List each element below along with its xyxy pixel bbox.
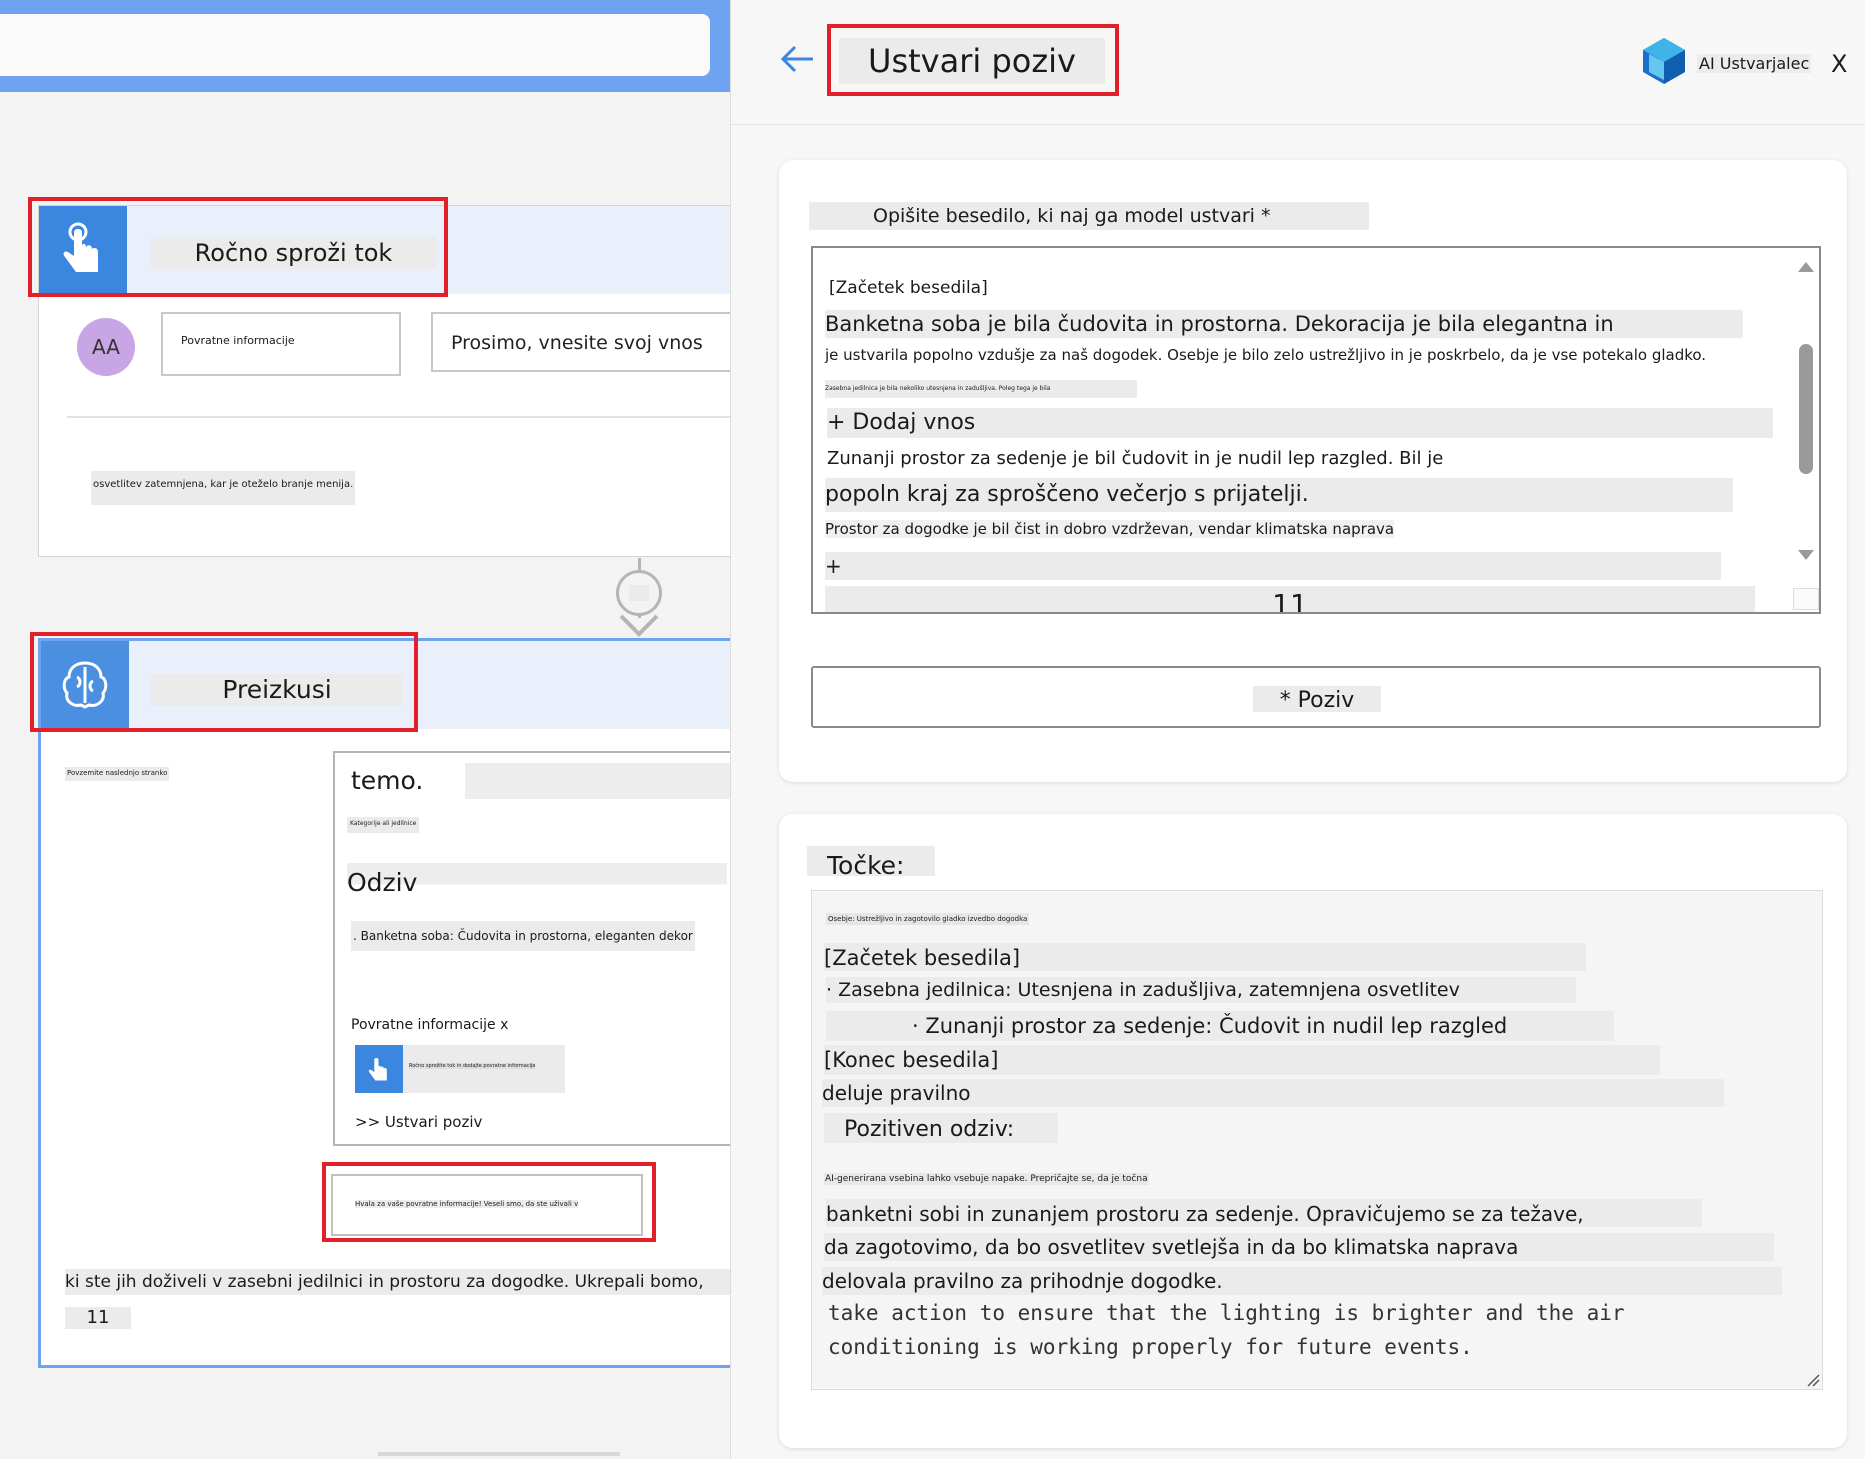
response-text: . Banketna soba: Čudovita in prostorna, … (351, 921, 695, 951)
create-prompt-link[interactable]: >> Ustvari poziv (355, 1113, 482, 1131)
highlight-panel-title (827, 24, 1119, 96)
left-bottom-strip (378, 1452, 620, 1456)
resize-handle-icon[interactable] (1806, 1373, 1820, 1387)
prompt-line-count: 11 (825, 586, 1755, 612)
highlight-trigger (28, 197, 448, 297)
divider (67, 416, 730, 418)
prompt-textarea[interactable]: [Začetek besedila] Banketna soba je bila… (811, 246, 1821, 614)
inner-heading: temo. (351, 763, 730, 799)
top-bar (0, 0, 730, 92)
output-line-13: conditioning is working properly for fut… (828, 1335, 1473, 1359)
output-line-10: da zagotovimo, da bo osvetlitev svetlejš… (824, 1233, 1774, 1261)
bottom-count: 11 (65, 1307, 131, 1329)
try-card[interactable]: Preizkusi Povzemite naslednjo stranko te… (38, 638, 730, 1368)
output-label: Točke: (807, 846, 935, 880)
prompt-line-7: popoln kraj za sproščeno večerjo s prija… (825, 478, 1733, 512)
add-step-button[interactable] (616, 570, 662, 616)
touch-hand-icon (368, 1058, 387, 1081)
output-line-7: Pozitiven odziv: (824, 1113, 1058, 1143)
add-step-inner (629, 585, 649, 601)
scroll-up-icon[interactable] (1797, 260, 1815, 274)
top-search-input[interactable] (0, 14, 710, 76)
scrollbar-thumb[interactable] (1799, 344, 1813, 474)
feedback-field-label: Povratne informacije (181, 334, 295, 347)
prompt-button[interactable]: * Poziv (811, 666, 1821, 728)
arrow-down-icon (619, 614, 659, 637)
bottom-text: ki ste jih doživeli v zasebni jedilnici … (65, 1269, 730, 1295)
inner-output-box: temo. Kategorije ali jedilnice Odziv . B… (333, 751, 730, 1146)
avatar: AA (77, 318, 135, 376)
prompt-line-8: Prostor za dogodke je bil čist in dobro … (825, 520, 1395, 538)
output-line-1: Osebje: Ustrežljivo in zagotovilo gladko… (826, 913, 1030, 925)
trigger-chip[interactable]: Ročno sprožite tok in dodajte povratne i… (355, 1045, 565, 1093)
output-card: Točke: Osebje: Ustrežljivo in zagotovilo… (779, 814, 1847, 1448)
feedback-input[interactable]: Prosimo, vnesite svoj vnos (431, 312, 730, 372)
output-line-6: deluje pravilno (822, 1079, 1724, 1107)
prompt-line-1: [Začetek besedila] (829, 278, 988, 298)
flow-canvas: Ročno sproži tok AA Povratne informacije… (0, 0, 730, 1459)
try-side-note: Povzemite naslednjo stranko (65, 767, 170, 781)
trigger-snippet: osvetlitev zatemnjena, kar je oteželo br… (91, 471, 356, 505)
describe-label: Opišite besedilo, ki naj ga model ustvar… (809, 202, 1369, 230)
add-input-button[interactable]: + Dodaj vnos (827, 408, 1773, 438)
output-line-2: [Začetek besedila] (824, 943, 1586, 971)
add-input-plus[interactable]: + (825, 552, 1721, 580)
chip-text: Ročno sprožite tok in dodajte povratne i… (409, 1063, 536, 1069)
output-line-4: · Zunanji prostor za sedenje: Čudovit in… (826, 1011, 1614, 1041)
ai-disclaimer: AI-generirana vsebina lahko vsebuje napa… (824, 1173, 1149, 1185)
resize-grip[interactable] (1793, 588, 1819, 610)
output-line-11: delovala pravilno za prihodnje dogodke. (822, 1267, 1782, 1295)
highlight-try (30, 632, 418, 732)
create-prompt-panel: Ustvari poziv AI Ustvarjalec X Opišite b… (730, 0, 1865, 1459)
prompt-line-6: Zunanji prostor za sedenje je bil čudovi… (827, 448, 1444, 469)
feedback-label: Povratne informacije x (351, 1017, 509, 1033)
output-line-12: take action to ensure that the lighting … (828, 1301, 1625, 1325)
highlight-thanks (322, 1162, 656, 1242)
feedback-field-label-box[interactable]: Povratne informacije (161, 312, 401, 376)
output-line-3: · Zasebna jedilnica: Utesnjena in zadušl… (826, 977, 1576, 1003)
ai-builder-logo-icon (1643, 38, 1685, 84)
prompt-line-2: Banketna soba je bila čudovita in prosto… (825, 310, 1743, 338)
output-textarea[interactable]: Osebje: Ustrežljivo in zagotovilo gladko… (811, 890, 1823, 1390)
inner-small: Kategorije ali jedilnice (347, 817, 420, 833)
feedback-input-placeholder: Prosimo, vnesite svoj vnos (451, 332, 703, 354)
prompt-button-label: * Poziv (1253, 686, 1381, 713)
output-line-9: banketni sobi in zunanjem prostoru za se… (826, 1199, 1702, 1227)
prompt-line-4: Zasebna jedilnica je bila nekoliko utesn… (825, 380, 1137, 398)
brand-label: AI Ustvarjalec (1697, 54, 1812, 73)
scroll-down-icon[interactable] (1797, 548, 1815, 562)
close-button[interactable]: X (1831, 50, 1847, 78)
response-label: Odziv (347, 863, 727, 899)
prompt-line-3: je ustvarila popolno vzdušje za naš dogo… (825, 346, 1707, 364)
output-line-5: [Konec besedila] (824, 1045, 1660, 1075)
back-arrow-icon[interactable] (779, 44, 815, 74)
chip-icon-box (355, 1045, 403, 1093)
prompt-card: Opišite besedilo, ki naj ga model ustvar… (779, 160, 1847, 782)
